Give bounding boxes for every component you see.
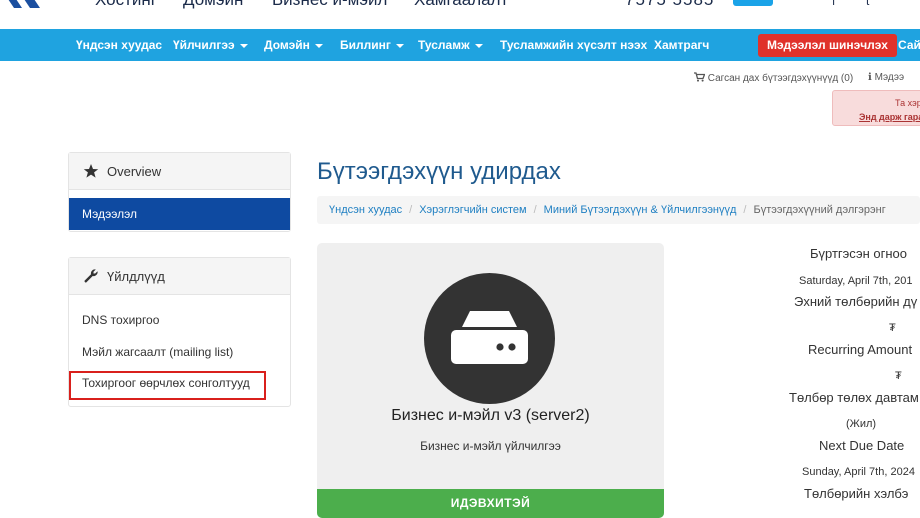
- cart-icon: [694, 72, 706, 82]
- nav-services-label: Үйлчилгээ: [173, 38, 235, 52]
- nav-support-label: Тусламж: [418, 38, 470, 52]
- actions-title: Үйлдлүүд: [107, 268, 165, 284]
- nav-open-ticket[interactable]: Тусламжийн хүсэлт нээх: [500, 29, 647, 61]
- header-link-security[interactable]: Хамгаалалт: [414, 0, 508, 10]
- recurring-amount-value: ₮: [895, 370, 902, 382]
- nav-billing-label: Биллинг: [340, 38, 391, 52]
- server-icon: [424, 273, 555, 404]
- twitter-icon[interactable]: t: [866, 0, 869, 8]
- page-title: Бүтээгдэхүүн удирдах: [317, 158, 561, 185]
- product-name: Бизнес и-мэйл v3 (server2): [391, 407, 590, 424]
- overview-panel-header: Overview: [69, 153, 290, 190]
- breadcrumb-separator: /: [743, 204, 747, 216]
- breadcrumb-separator: /: [533, 204, 537, 216]
- actions-panel-header: Үйлдлүүд: [69, 258, 290, 295]
- nav-billing[interactable]: Биллинг: [340, 29, 404, 61]
- chevron-down-icon: [239, 43, 248, 48]
- next-due-date-value: Sunday, April 7th, 2024: [802, 466, 915, 478]
- chevron-down-icon: [474, 43, 483, 48]
- nav-last-item[interactable]: Сай: [898, 29, 920, 61]
- alert-text: Та хэр: [895, 98, 920, 108]
- sidebar-item-dns[interactable]: DNS тохиргоо: [82, 313, 159, 327]
- overview-title: Overview: [107, 163, 162, 179]
- status-badge: ИДЭВХИТЭЙ: [317, 489, 664, 518]
- breadcrumb-separator: /: [409, 204, 413, 216]
- breadcrumb: Үндсэн хуудас / Хэрэглэгчийн систем / Миний …: [317, 196, 920, 224]
- header-phone: 7575 5585: [625, 0, 714, 10]
- cart-label: Сагсан дах бүтээгдэхүүнүүд (0): [707, 73, 854, 84]
- payment-method-label: Төлбөрийн хэлбэ: [804, 486, 909, 501]
- facebook-icon[interactable]: f: [832, 0, 835, 8]
- nav-open-ticket-label: Тусламжийн хүсэлт нээх: [500, 38, 648, 52]
- sidebar-item-information[interactable]: Мэдээлэл: [69, 198, 290, 230]
- breadcrumb-home[interactable]: Үндсэн хуудас: [329, 204, 402, 216]
- main-navbar: Үндсэн хуудас Үйлчилгээ Домэйн Биллинг Т…: [0, 29, 920, 61]
- cart-link[interactable]: Сагсан дах бүтээгдэхүүнүүд (0): [694, 72, 853, 84]
- wrench-icon: [84, 269, 98, 283]
- chevron-down-icon: [314, 43, 323, 48]
- header-link-hosting[interactable]: Хостинг: [95, 0, 157, 10]
- first-payment-value: ₮: [889, 322, 896, 334]
- highlight-box: [69, 371, 266, 400]
- breadcrumb-current: Бүтээгдэхүүний дэлгэрэнг: [753, 204, 886, 216]
- first-payment-label: Эхний төлбөрийн дү: [794, 294, 918, 309]
- nav-home[interactable]: Үндсэн хуудас: [76, 29, 162, 61]
- nav-services[interactable]: Үйлчилгээ: [173, 29, 248, 61]
- billing-cycle-label: Төлбөр төлөх давтам: [789, 390, 919, 405]
- header-link-domain[interactable]: Домэйн: [183, 0, 243, 10]
- update-info-button[interactable]: Мэдээлэл шинэчлэх: [758, 34, 897, 57]
- chevron-down-icon: [395, 43, 404, 48]
- overview-panel: Overview Мэдээлэл: [68, 152, 291, 232]
- alert-link[interactable]: Энд дарж гара: [859, 112, 920, 122]
- next-due-date-label: Next Due Date: [819, 438, 905, 453]
- nav-affiliates-label: Хамтрагч: [654, 38, 710, 52]
- registration-date-label: Бүртгэсэн огноо: [810, 246, 907, 261]
- top-header: Хостинг Домэйн Бизнес и-мэйл Хамгаалалт …: [0, 0, 920, 28]
- nav-support[interactable]: Тусламж: [418, 29, 483, 61]
- header-link-business-email[interactable]: Бизнес и-мэйл: [272, 0, 387, 10]
- nav-domains-label: Домэйн: [264, 38, 310, 52]
- nav-home-label: Үндсэн хуудас: [76, 38, 163, 52]
- registration-date-value: Saturday, April 7th, 201: [799, 275, 913, 287]
- product-card: Бизнес и-мэйл v3 (server2) Бизнес и-мэйл…: [317, 243, 664, 518]
- sidebar-item-mailing-list[interactable]: Мэйл жагсаалт (mailing list): [82, 345, 233, 359]
- phone-badge[interactable]: [733, 0, 773, 6]
- breadcrumb-client-area[interactable]: Хэрэглэгчийн систем: [419, 204, 526, 216]
- nav-affiliates[interactable]: Хамтрагч: [654, 29, 709, 61]
- billing-cycle-value: (Жил): [846, 418, 877, 430]
- info-icon: ℹ: [868, 72, 872, 83]
- page: Хостинг Домэйн Бизнес и-мэйл Хамгаалалт …: [0, 0, 920, 518]
- product-group: Бизнес и-мэйл үйлчилгээ: [420, 439, 561, 453]
- logo-icon[interactable]: [0, 0, 44, 8]
- star-icon: [83, 164, 99, 178]
- alert-box: Та хэр Энд дарж гара: [832, 90, 920, 126]
- breadcrumb-my-services[interactable]: Миний Бүтээгдэхүүн & Үйлчилгээнүүд: [544, 204, 737, 216]
- recurring-amount-label: Recurring Amount: [808, 342, 913, 357]
- notices-link[interactable]: ℹ Мэдээ: [868, 72, 904, 83]
- notices-label: Мэдээ: [874, 72, 905, 83]
- nav-domains[interactable]: Домэйн: [264, 29, 323, 61]
